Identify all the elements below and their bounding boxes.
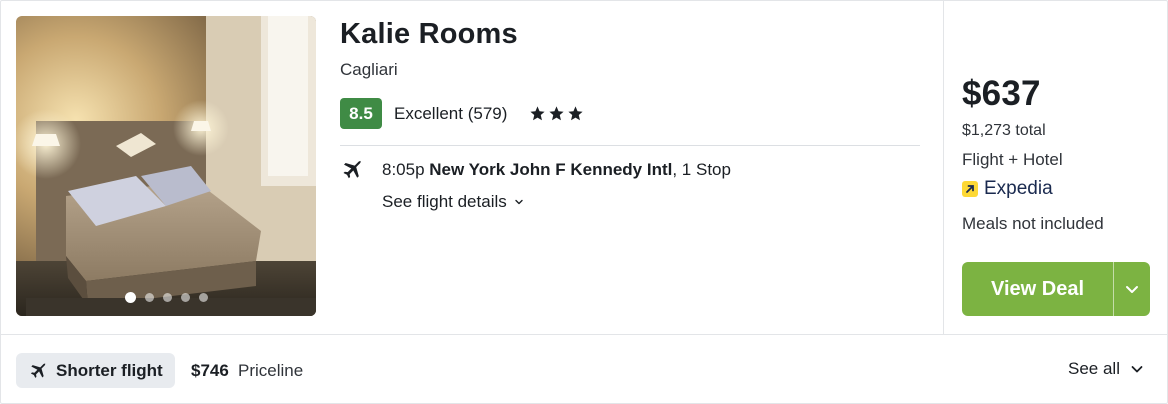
package-type: Flight + Hotel bbox=[962, 150, 1063, 169]
review-score-badge: 8.5 bbox=[340, 98, 382, 129]
provider-name: Expedia bbox=[984, 178, 1053, 199]
divider bbox=[340, 145, 920, 146]
plane-icon bbox=[30, 362, 46, 378]
hotel-city: Cagliari bbox=[340, 60, 398, 79]
carousel-dot[interactable] bbox=[198, 293, 208, 302]
shorter-flight-chip[interactable]: Shorter flight bbox=[16, 353, 175, 388]
see-flight-details-label: See flight details bbox=[382, 192, 507, 211]
star-rating bbox=[529, 105, 584, 122]
alternative-price[interactable]: $746 bbox=[191, 361, 229, 381]
more-deals-dropdown-button[interactable] bbox=[1114, 262, 1150, 316]
see-all-button[interactable]: See all bbox=[1068, 359, 1144, 379]
rating-row: 8.5 Excellent (579) bbox=[340, 98, 584, 129]
carousel-dots bbox=[16, 292, 316, 303]
column-divider bbox=[943, 1, 944, 334]
chip-label: Shorter flight bbox=[56, 360, 163, 380]
flight-summary: 8:05p New York John F Kennedy Intl, 1 St… bbox=[340, 157, 731, 183]
flight-stops: , 1 Stop bbox=[672, 160, 731, 179]
alternative-provider[interactable]: Priceline bbox=[238, 361, 303, 381]
carousel-dot[interactable] bbox=[124, 292, 136, 303]
hotel-result-card: Kalie Rooms Cagliari 8.5 Excellent (579)… bbox=[0, 0, 1168, 404]
view-deal-button[interactable]: View Deal bbox=[962, 262, 1113, 316]
star-icon bbox=[549, 106, 564, 121]
deal-price: $637 bbox=[962, 74, 1041, 113]
review-summary[interactable]: Excellent (579) bbox=[394, 104, 507, 124]
plane-icon bbox=[343, 160, 361, 179]
deal-total: $1,273 total bbox=[962, 122, 1046, 139]
see-flight-details-link[interactable]: See flight details bbox=[382, 192, 525, 212]
chevron-down-icon bbox=[1131, 366, 1143, 373]
meals-info: Meals not included bbox=[962, 214, 1104, 233]
chevron-down-icon bbox=[1126, 286, 1138, 293]
flight-info: 8:05p New York John F Kennedy Intl, 1 St… bbox=[382, 160, 731, 180]
carousel-dot[interactable] bbox=[162, 293, 172, 302]
hotel-name[interactable]: Kalie Rooms bbox=[340, 18, 518, 51]
see-all-label: See all bbox=[1068, 359, 1120, 378]
flight-airport: New York John F Kennedy Intl bbox=[429, 160, 673, 179]
star-icon bbox=[568, 106, 583, 121]
carousel-dot[interactable] bbox=[180, 293, 190, 302]
carousel-dot[interactable] bbox=[144, 293, 154, 302]
section-divider bbox=[1, 334, 1168, 335]
flight-time: 8:05p bbox=[382, 160, 425, 179]
hotel-photo-carousel[interactable] bbox=[16, 16, 316, 316]
provider-logo: Expedia bbox=[962, 178, 1053, 200]
expedia-logo-icon bbox=[962, 181, 978, 197]
star-icon bbox=[530, 106, 545, 121]
chevron-down-icon bbox=[515, 199, 523, 205]
view-deal-button-group: View Deal bbox=[962, 262, 1150, 316]
hotel-room-photo bbox=[16, 16, 316, 316]
